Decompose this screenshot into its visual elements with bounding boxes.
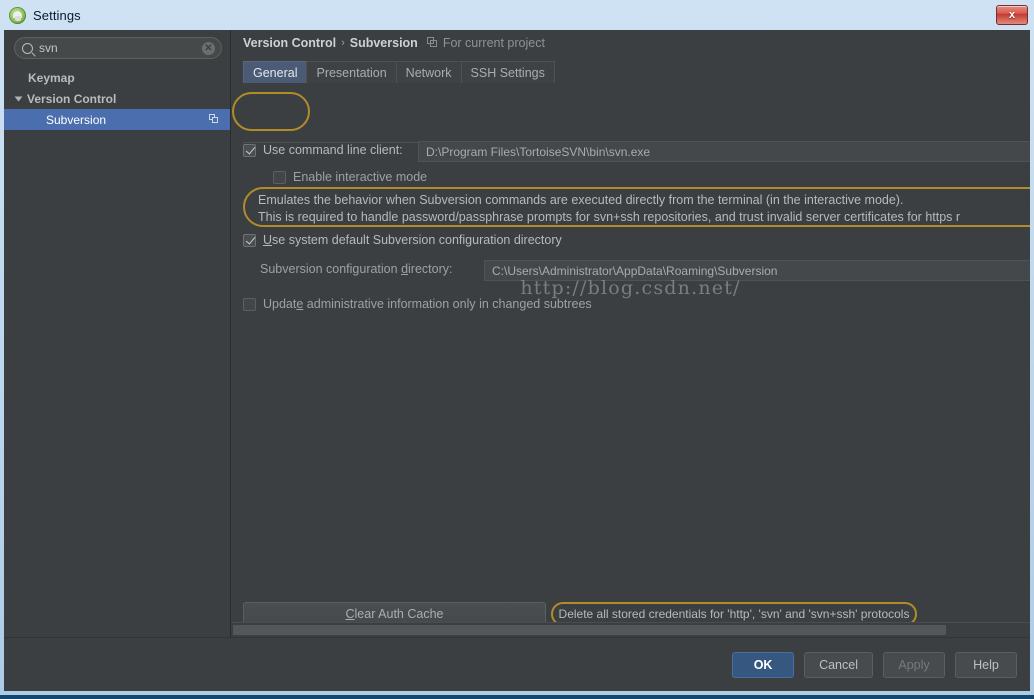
- cancel-button-label: Cancel: [819, 657, 858, 672]
- sidebar-item-subversion[interactable]: Subversion: [4, 109, 230, 130]
- command-line-client-path-value: D:\Program Files\TortoiseSVN\bin\svn.exe: [426, 144, 651, 159]
- description-line-2: This is required to handle password/pass…: [258, 210, 961, 224]
- command-line-client-path-input[interactable]: D:\Program Files\TortoiseSVN\bin\svn.exe: [418, 141, 1030, 162]
- config-directory-value: C:\Users\Administrator\AppData\Roaming\S…: [492, 263, 778, 278]
- tab-general[interactable]: General: [243, 61, 308, 83]
- clear-auth-cache-label: Clear Auth Cache: [345, 607, 444, 621]
- search-input[interactable]: svn ✕: [14, 37, 222, 59]
- horizontal-scrollbar-thumb[interactable]: [233, 625, 946, 635]
- settings-content: Version Control › Subversion For current…: [231, 30, 1030, 637]
- taskbar-strip: [0, 695, 1034, 699]
- ok-button-label: OK: [753, 657, 773, 672]
- sidebar-item-keymap[interactable]: Keymap: [4, 67, 230, 88]
- search-icon: [22, 42, 33, 54]
- chevron-down-icon: [14, 96, 23, 101]
- settings-tree: Keymap Version Control Subversion: [4, 64, 230, 130]
- search-row: svn ✕: [4, 30, 230, 64]
- horizontal-scrollbar[interactable]: [231, 622, 1030, 637]
- breadcrumb: Version Control › Subversion For current…: [231, 30, 1030, 55]
- settings-window: Settings x svn ✕ Keymap Version Control …: [0, 0, 1034, 699]
- ok-button[interactable]: OK: [732, 651, 795, 678]
- use-command-line-client-checkbox[interactable]: [243, 143, 256, 157]
- settings-tabs: General Presentation Network SSH Setting…: [243, 59, 1030, 83]
- search-value: svn: [39, 41, 58, 55]
- project-scope-icon: [209, 114, 220, 125]
- use-system-default-config-checkbox[interactable]: [243, 233, 256, 247]
- help-button[interactable]: Help: [955, 651, 1017, 678]
- use-system-default-config-label: UUse system default Subversion configura…: [263, 233, 562, 247]
- breadcrumb-scope: For current project: [442, 35, 545, 50]
- title-bar: Settings x: [0, 0, 1034, 30]
- breadcrumb-root[interactable]: Version Control: [243, 36, 336, 50]
- dialog-footer: OK Cancel Apply Help: [4, 637, 1030, 691]
- tab-network[interactable]: Network: [395, 61, 462, 83]
- project-scope-icon: [426, 37, 438, 48]
- apply-button-label: Apply: [898, 657, 930, 672]
- sidebar-item-label: Subversion: [46, 112, 107, 127]
- breadcrumb-separator-icon: ›: [341, 36, 345, 49]
- close-button[interactable]: x: [996, 5, 1028, 25]
- config-directory-label: Subversion configuration directory:: [260, 262, 453, 276]
- settings-dialog: svn ✕ Keymap Version Control Subversion: [4, 30, 1030, 691]
- window-title: Settings: [33, 7, 81, 23]
- watermark-text: http://blog.csdn.net/: [520, 277, 741, 299]
- breadcrumb-current: Subversion: [349, 35, 418, 50]
- tab-label: Network: [405, 65, 452, 80]
- update-admin-info-checkbox[interactable]: [243, 297, 256, 311]
- use-system-default-config-row[interactable]: UUse system default Subversion configura…: [243, 233, 562, 247]
- clear-search-icon[interactable]: ✕: [202, 41, 215, 55]
- tab-ssh-settings[interactable]: SSH Settings: [460, 61, 555, 83]
- sidebar-item-label: Keymap: [28, 70, 75, 85]
- enable-interactive-mode-label: Enable interactive mode: [293, 170, 428, 184]
- settings-sidebar: svn ✕ Keymap Version Control Subversion: [4, 30, 231, 637]
- dialog-main: svn ✕ Keymap Version Control Subversion: [4, 30, 1030, 637]
- general-tab-highlight: [232, 92, 310, 131]
- sidebar-item-version-control[interactable]: Version Control: [4, 88, 230, 109]
- general-settings-pane: Use command line client: D:\Program File…: [231, 141, 1030, 637]
- use-command-line-client-row[interactable]: Use command line client:: [243, 143, 403, 157]
- tab-label: General: [253, 65, 298, 80]
- tab-label: Presentation: [316, 65, 387, 80]
- delete-credentials-label: Delete all stored credentials for 'http'…: [558, 607, 910, 621]
- interactive-mode-description: Emulates the behavior when Subversion co…: [243, 187, 1030, 227]
- android-robot-icon: [9, 6, 26, 24]
- help-button-label: Help: [973, 657, 999, 672]
- update-admin-info-row[interactable]: Update administrative information only i…: [243, 297, 592, 311]
- enable-interactive-mode-checkbox[interactable]: [273, 170, 286, 184]
- cancel-button[interactable]: Cancel: [804, 651, 873, 678]
- close-icon: x: [1008, 8, 1016, 21]
- use-command-line-client-label: Use command line client:: [263, 143, 403, 157]
- enable-interactive-mode-row[interactable]: Enable interactive mode: [273, 170, 427, 184]
- description-line-1: Emulates the behavior when Subversion co…: [258, 193, 904, 207]
- apply-button[interactable]: Apply: [883, 651, 945, 678]
- tab-label: SSH Settings: [470, 65, 545, 80]
- sidebar-item-label: Version Control: [27, 91, 117, 106]
- tab-presentation[interactable]: Presentation: [306, 61, 397, 83]
- update-admin-info-label: Update administrative information only i…: [263, 297, 592, 311]
